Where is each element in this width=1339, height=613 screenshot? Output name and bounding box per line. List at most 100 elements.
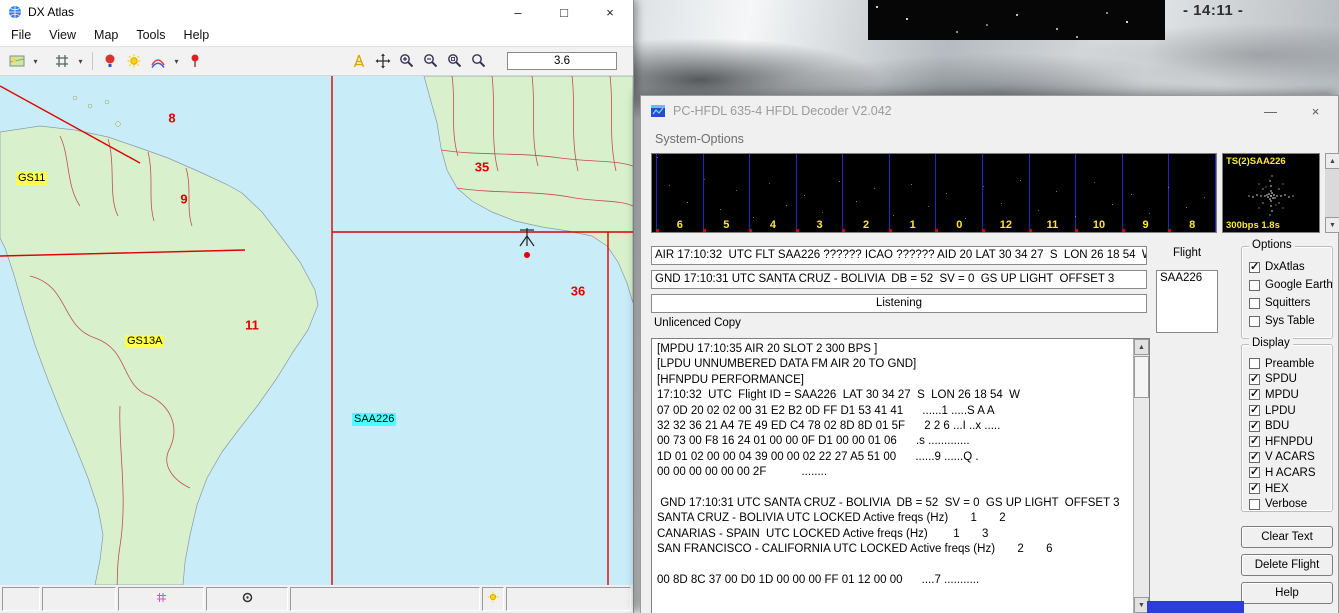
- checkbox-sys-table[interactable]: [1249, 316, 1260, 327]
- checkbox-row-verbose[interactable]: Verbose: [1242, 496, 1332, 512]
- dx-menubar: FileViewMapToolsHelp: [0, 24, 633, 47]
- checkbox-row-spdu[interactable]: SPDU: [1242, 372, 1332, 388]
- checkbox-row-h-acars[interactable]: H ACARS: [1242, 465, 1332, 481]
- spectrum-slot-label: 9: [1143, 219, 1149, 231]
- checkbox-hex[interactable]: [1249, 483, 1260, 494]
- pin-button[interactable]: [183, 50, 207, 72]
- spinner-up-button[interactable]: ▲: [1325, 153, 1339, 169]
- menu-item-view[interactable]: View: [40, 28, 85, 42]
- spinner-down-button[interactable]: ▼: [1325, 217, 1339, 233]
- log-line: 00 00 00 00 00 00 2F ........: [657, 466, 1127, 481]
- checkbox-row-lpdu[interactable]: LPDU: [1242, 403, 1332, 419]
- map-label-saa226[interactable]: SAA226: [352, 413, 396, 426]
- checkbox-spdu[interactable]: [1249, 374, 1260, 385]
- checkbox-google-earth[interactable]: [1249, 280, 1260, 291]
- zoom-full-button[interactable]: [467, 50, 491, 72]
- spectrum-slot-4: 4: [749, 154, 796, 232]
- checkbox-squitters[interactable]: [1249, 298, 1260, 309]
- log-line: [MPDU 17:10:35 AIR 20 SLOT 2 300 BPS ]: [657, 343, 1127, 358]
- checkbox-label: Preamble: [1265, 358, 1314, 370]
- spectrum-display: 654321012111098: [651, 153, 1217, 233]
- scrollbar-thumb[interactable]: [1134, 356, 1149, 398]
- propagation-button[interactable]: [146, 50, 170, 72]
- spectrum-slot-label: 5: [723, 219, 729, 231]
- menu-item-map[interactable]: Map: [85, 28, 127, 42]
- decoder-log[interactable]: [MPDU 17:10:35 AIR 20 SLOT 2 300 BPS ][L…: [651, 338, 1150, 613]
- sun-button[interactable]: [122, 50, 146, 72]
- balloon-button[interactable]: [98, 50, 122, 72]
- checkbox-row-squitters[interactable]: Squitters: [1242, 294, 1332, 312]
- background-window-strip: [1147, 601, 1244, 613]
- checkbox-mpdu[interactable]: [1249, 389, 1260, 400]
- zoom-out-button[interactable]: [419, 50, 443, 72]
- grid-button[interactable]: [50, 50, 74, 72]
- checkbox-row-sys-table[interactable]: Sys Table: [1242, 312, 1332, 330]
- log-scrollbar[interactable]: ▲ ▼: [1133, 339, 1149, 613]
- checkbox-row-hex[interactable]: HEX: [1242, 481, 1332, 497]
- map-label-gs11[interactable]: GS11: [16, 172, 47, 185]
- spectrum-slot-label: 10: [1093, 219, 1105, 231]
- menu-item-tools[interactable]: Tools: [127, 28, 174, 42]
- checkbox-preamble[interactable]: [1249, 358, 1260, 369]
- clear-text-button[interactable]: Clear Text: [1241, 526, 1333, 548]
- spectrum-slot-label: 2: [863, 219, 869, 231]
- menu-item-help[interactable]: Help: [175, 28, 219, 42]
- world-map[interactable]: 89113536GS11GS13ASAA226: [0, 76, 633, 585]
- statusbar-panel-clock: [206, 587, 288, 611]
- checkbox-v-acars[interactable]: [1249, 452, 1260, 463]
- map-style-button[interactable]: [5, 50, 29, 72]
- flight-list-item[interactable]: SAA226: [1157, 271, 1217, 285]
- checkbox-label: MPDU: [1265, 389, 1299, 401]
- checkbox-row-v-acars[interactable]: V ACARS: [1242, 450, 1332, 466]
- checkbox-lpdu[interactable]: [1249, 405, 1260, 416]
- hfdl-menubar: System-Options: [641, 126, 1338, 151]
- minimize-button[interactable]: –: [495, 0, 541, 24]
- zone-number-9: 9: [180, 192, 187, 207]
- dx-statusbar: [0, 585, 633, 613]
- menu-item-system-options[interactable]: System-Options: [655, 132, 744, 146]
- checkbox-verbose[interactable]: [1249, 499, 1260, 510]
- pan-button[interactable]: [371, 50, 395, 72]
- map-label-gs13a[interactable]: GS13A: [125, 335, 164, 348]
- close-button[interactable]: ×: [587, 0, 633, 24]
- checkbox-hfnpdu[interactable]: [1249, 436, 1260, 447]
- menu-item-file[interactable]: File: [2, 28, 40, 42]
- zoom-in-button[interactable]: [395, 50, 419, 72]
- spectrum-slot-2: 2: [842, 154, 889, 232]
- status-field: Listening: [651, 294, 1147, 313]
- statusbar-panel-sun: [482, 587, 504, 611]
- maximize-button[interactable]: □: [541, 0, 587, 24]
- spectrum-spinner: ▲ ▼: [1325, 153, 1339, 233]
- zoom-window-button[interactable]: [443, 50, 467, 72]
- dxatlas-titlebar[interactable]: DX Atlas – □ ×: [0, 0, 633, 24]
- chevron-down-icon[interactable]: ▾: [170, 50, 183, 72]
- zoom-level-input[interactable]: [507, 52, 617, 70]
- checkbox-row-bdu[interactable]: BDU: [1242, 418, 1332, 434]
- log-line: [LPDU UNNUMBERED DATA FM AIR 20 TO GND]: [657, 358, 1127, 373]
- checkbox-dxatlas[interactable]: [1249, 262, 1260, 273]
- arrow-down-icon: ▼: [1329, 222, 1336, 229]
- wallpaper-speckles: [876, 6, 878, 8]
- arrow-up-icon: ▲: [1138, 344, 1145, 351]
- spectrum-slot-6: 6: [656, 154, 703, 232]
- scroll-up-button[interactable]: ▲: [1134, 339, 1149, 355]
- checkbox-h-acars[interactable]: [1249, 467, 1260, 478]
- hfdl-titlebar[interactable]: PC-HFDL 635-4 HFDL Decoder V2.042 — ×: [641, 96, 1338, 126]
- checkbox-row-dxatlas[interactable]: DxAtlas: [1242, 258, 1332, 276]
- checkbox-row-mpdu[interactable]: MPDU: [1242, 387, 1332, 403]
- checkbox-row-preamble[interactable]: Preamble: [1242, 356, 1332, 372]
- log-line: SAN FRANCISCO - CALIFORNIA UTC LOCKED Ac…: [657, 543, 1127, 558]
- checkbox-row-google-earth[interactable]: Google Earth: [1242, 276, 1332, 294]
- flight-list[interactable]: SAA226: [1156, 270, 1218, 333]
- checkbox-row-hfnpdu[interactable]: HFNPDU: [1242, 434, 1332, 450]
- minimize-button[interactable]: —: [1248, 96, 1293, 126]
- spectrum-slot-3: 3: [796, 154, 843, 232]
- antenna-button[interactable]: [347, 50, 371, 72]
- close-icon: ×: [1312, 104, 1320, 119]
- checkbox-bdu[interactable]: [1249, 421, 1260, 432]
- chevron-down-icon[interactable]: ▾: [29, 50, 42, 72]
- delete-flight-button[interactable]: Delete Flight: [1241, 554, 1333, 576]
- help-button[interactable]: Help: [1241, 582, 1333, 604]
- chevron-down-icon[interactable]: ▾: [74, 50, 87, 72]
- close-button[interactable]: ×: [1293, 96, 1338, 126]
